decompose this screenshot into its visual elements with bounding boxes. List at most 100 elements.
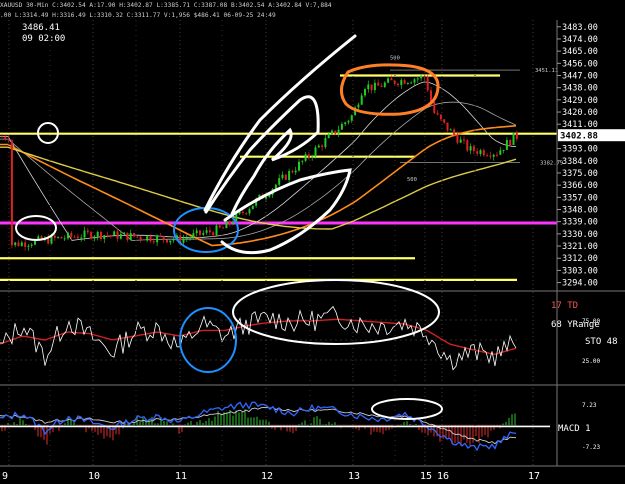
price-tick-label: 3429.00 bbox=[562, 96, 598, 106]
candle-body bbox=[76, 236, 79, 239]
candle-body bbox=[142, 239, 145, 241]
candle-body bbox=[406, 82, 409, 84]
stochastic-slow-line bbox=[0, 318, 517, 356]
candle-body bbox=[17, 242, 20, 246]
candle-body bbox=[215, 225, 218, 236]
candle-body bbox=[456, 134, 459, 143]
price-tick-label: 3330.00 bbox=[562, 230, 598, 240]
reference-label: 3451.11 bbox=[535, 68, 558, 74]
candle-body bbox=[420, 75, 423, 79]
candle-body bbox=[380, 85, 383, 87]
candle-body bbox=[383, 82, 386, 87]
candle-body bbox=[453, 129, 456, 135]
candle-body bbox=[294, 170, 297, 173]
candle-body bbox=[182, 238, 185, 243]
candle-body bbox=[466, 140, 469, 151]
candle-body bbox=[27, 245, 30, 247]
candle-body bbox=[449, 129, 452, 131]
macd-label: MACD 1 bbox=[558, 424, 591, 434]
candle-body bbox=[146, 236, 149, 241]
price-tick-label: 3465.00 bbox=[562, 47, 598, 57]
candle-body bbox=[443, 119, 446, 123]
candle-body bbox=[24, 242, 27, 247]
candle-body bbox=[205, 230, 208, 233]
candle-body bbox=[20, 242, 23, 246]
macd-tick-label: -7.23 bbox=[582, 444, 600, 451]
candle-body bbox=[492, 154, 495, 157]
stochastic-panel-layer: 75.0025.0017 TD68 YRangeSTO 48 bbox=[0, 301, 618, 371]
candle-body bbox=[446, 122, 449, 131]
candle-body bbox=[212, 232, 215, 236]
candle-body bbox=[172, 239, 175, 241]
candle-body bbox=[166, 239, 168, 243]
price-tick-label: 3339.00 bbox=[562, 218, 598, 228]
candle-body bbox=[14, 242, 17, 246]
macd-panel-layer: MACD 1 7.23 -7.23 bbox=[0, 401, 600, 452]
candle-body bbox=[232, 222, 234, 225]
candle-body bbox=[413, 79, 416, 83]
candle-body bbox=[106, 235, 109, 237]
candle-body bbox=[298, 161, 300, 171]
price-tick-label: 3474.00 bbox=[562, 35, 598, 45]
candle-body bbox=[139, 236, 142, 240]
candle-body bbox=[311, 156, 314, 158]
candle-body bbox=[347, 120, 350, 123]
annotation-ellipse-orange bbox=[340, 63, 440, 116]
candle-body bbox=[505, 139, 508, 150]
candle-body bbox=[433, 102, 436, 114]
price-tick-label: 3456.00 bbox=[562, 59, 598, 69]
candle-body bbox=[86, 230, 89, 233]
candle-body bbox=[202, 232, 205, 235]
candle-body bbox=[133, 233, 135, 237]
candle-body bbox=[90, 232, 93, 239]
cursor-value: 3486.41 bbox=[22, 23, 60, 33]
candle-body bbox=[208, 230, 211, 233]
moving-average-orange bbox=[0, 125, 517, 247]
candle-body bbox=[136, 236, 139, 238]
candle-body bbox=[317, 145, 320, 148]
candle-body bbox=[251, 205, 254, 210]
candle-body bbox=[512, 132, 515, 146]
annotation-layer bbox=[15, 34, 443, 420]
candle-body bbox=[63, 238, 66, 240]
candle-body bbox=[463, 139, 465, 141]
price-tick-label: 3384.00 bbox=[562, 157, 598, 167]
candle-body bbox=[53, 235, 56, 238]
moving-average-fast bbox=[0, 81, 517, 241]
candle-body bbox=[222, 227, 225, 229]
price-tick-label: 3303.00 bbox=[562, 266, 598, 276]
candle-body bbox=[370, 84, 373, 91]
candle-body bbox=[479, 150, 482, 154]
candle-body bbox=[123, 232, 126, 235]
moving-average-slow bbox=[0, 146, 517, 230]
candle-body bbox=[509, 139, 512, 146]
candle-body bbox=[129, 233, 132, 240]
candle-body bbox=[192, 233, 195, 238]
candle-body bbox=[496, 154, 498, 156]
candle-body bbox=[10, 140, 13, 246]
candle-body bbox=[241, 211, 244, 213]
stochastic-label: 68 YRange bbox=[551, 320, 600, 330]
stochastic-tick-label: 25.00 bbox=[582, 358, 600, 365]
candle-body bbox=[390, 78, 393, 81]
candle-body bbox=[80, 237, 83, 239]
price-tick-label: 3393.00 bbox=[562, 145, 598, 155]
candle-body bbox=[377, 82, 380, 86]
candle-body bbox=[304, 154, 307, 161]
price-tick-label: 3294.00 bbox=[562, 279, 598, 289]
candle-body bbox=[403, 80, 406, 84]
candle-body bbox=[344, 122, 347, 125]
candle-body bbox=[301, 160, 304, 162]
candle-body bbox=[400, 80, 403, 86]
candle-body bbox=[357, 104, 360, 108]
candle-body bbox=[83, 230, 86, 238]
candle-body bbox=[410, 82, 413, 84]
candle-body bbox=[364, 89, 366, 96]
candle-body bbox=[327, 133, 330, 139]
last-price-label: 3402.88 bbox=[560, 132, 598, 142]
candle-body bbox=[30, 244, 33, 246]
annotation-ellipse-blue-stochastic bbox=[179, 307, 237, 373]
candle-body bbox=[218, 225, 221, 228]
candle-body bbox=[228, 221, 231, 225]
price-tick-label: 3420.00 bbox=[562, 108, 598, 118]
